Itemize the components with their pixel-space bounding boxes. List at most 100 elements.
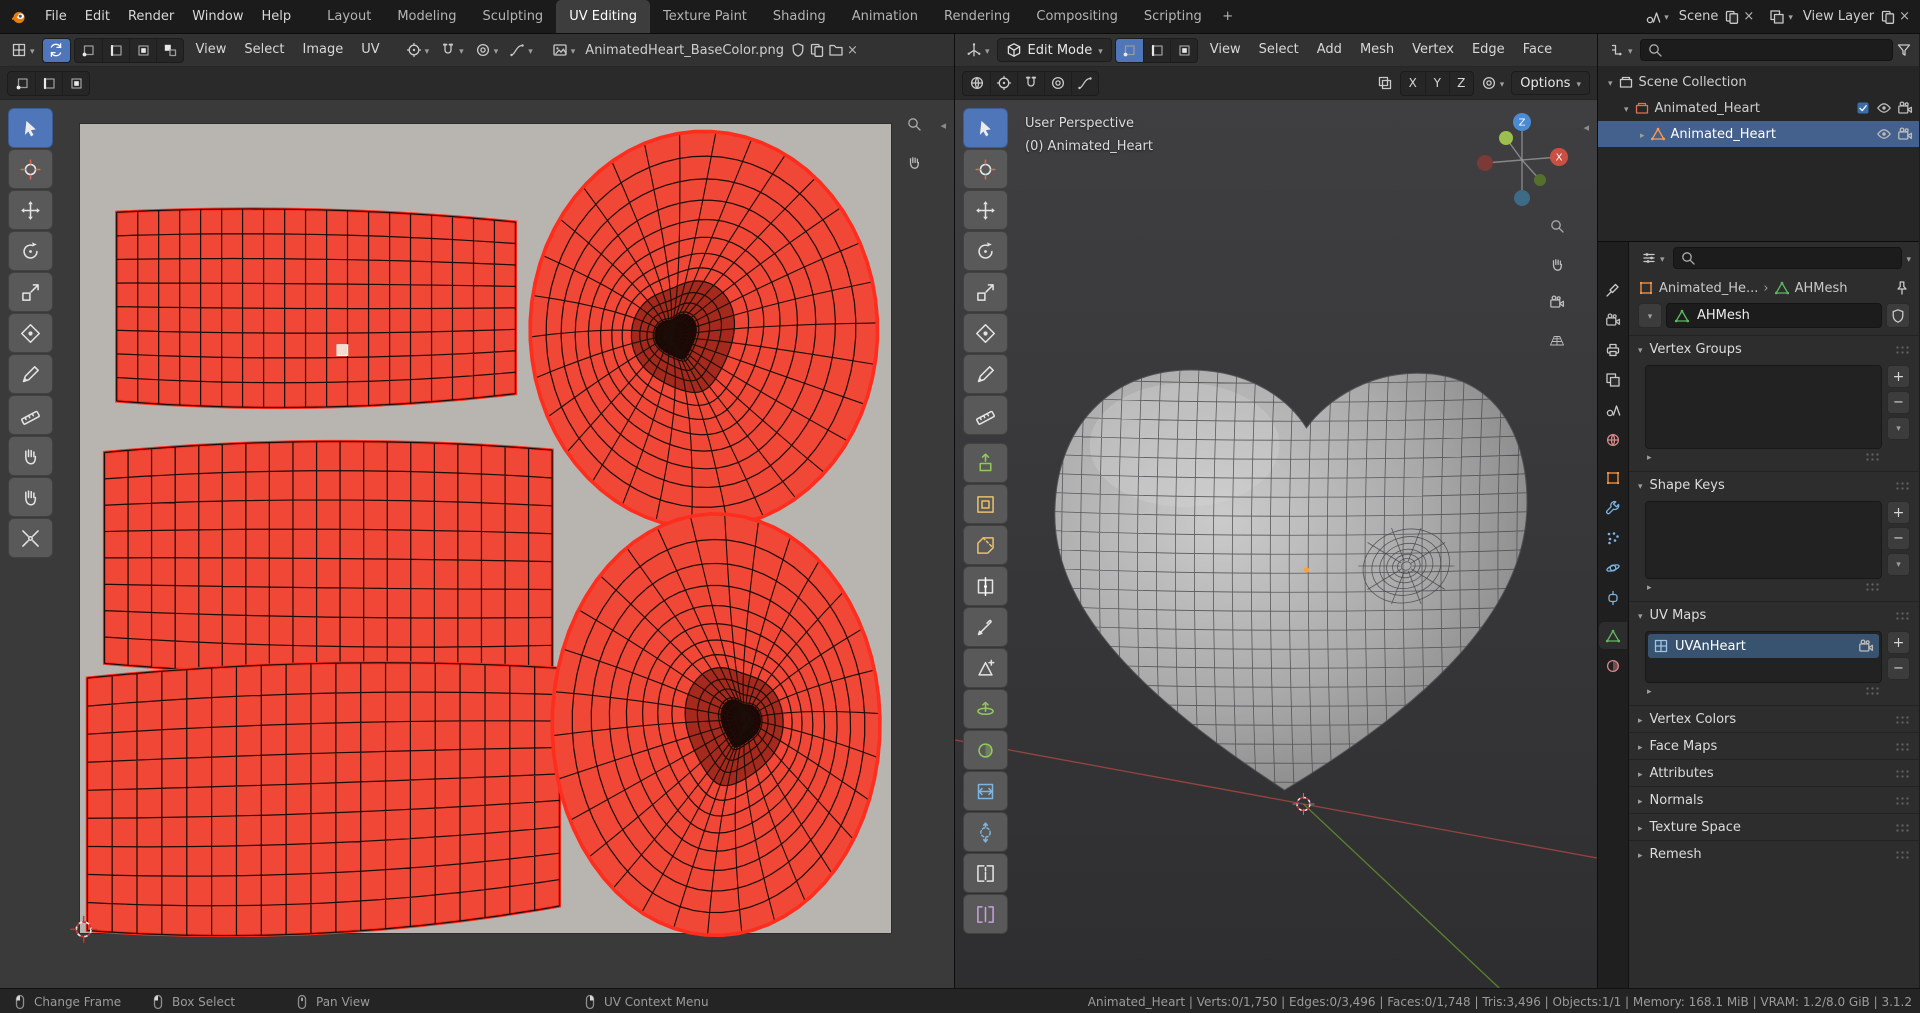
panel-grip-icon[interactable] <box>1895 610 1910 620</box>
properties-editor-type-button[interactable] <box>1637 246 1669 270</box>
viewport-menu-view[interactable]: View <box>1201 38 1250 62</box>
panel-grip-icon[interactable] <box>1895 714 1910 724</box>
remove-view-layer-icon[interactable] <box>1899 9 1910 24</box>
specials-menu-button[interactable] <box>1887 553 1910 576</box>
tool-poly-build[interactable] <box>963 648 1008 688</box>
uv-select-face-button[interactable] <box>128 38 156 62</box>
properties-tab-physics[interactable] <box>1599 554 1627 581</box>
checkbox-toggle-icon[interactable] <box>1855 100 1871 116</box>
tool-measure[interactable] <box>8 395 53 435</box>
panel-header-face-maps[interactable]: Face Maps <box>1629 732 1919 759</box>
tool-tweak[interactable] <box>8 108 53 148</box>
tool-cursor[interactable] <box>8 149 53 189</box>
uv-proportional-button[interactable] <box>471 38 503 62</box>
mode-dropdown[interactable]: Edit Mode <box>996 38 1112 62</box>
zoom-icon[interactable] <box>906 116 922 132</box>
uv-menu-select[interactable]: Select <box>235 38 293 62</box>
list-filter-expand-icon[interactable] <box>1647 449 1652 464</box>
workspace-tab-uv-editing[interactable]: UV Editing <box>556 0 651 33</box>
browse-mesh-button[interactable] <box>1638 303 1662 328</box>
browse-scene-button[interactable] <box>1641 5 1673 29</box>
outliner-row-scene-collection[interactable]: Scene Collection <box>1598 69 1919 95</box>
camera-toggle-icon[interactable] <box>1897 100 1913 116</box>
panel-header-attributes[interactable]: Attributes <box>1629 759 1919 786</box>
uv-sync-selection-toggle[interactable] <box>42 38 70 62</box>
fake-user-button[interactable] <box>1886 303 1910 328</box>
uv-map-item-uvanheart[interactable]: UVAnHeart <box>1648 634 1879 658</box>
menu-render[interactable]: Render <box>119 5 183 29</box>
xray-toggle[interactable] <box>1373 71 1397 95</box>
uv-select-island-button[interactable] <box>155 38 183 62</box>
uv-select-edge-button[interactable] <box>101 38 129 62</box>
pin-icon[interactable] <box>1894 280 1910 296</box>
tool-move[interactable] <box>8 190 53 230</box>
outliner-row-animated-heart[interactable]: Animated_Heart <box>1598 95 1919 121</box>
open-image-icon[interactable] <box>828 42 844 58</box>
breadcrumb-data[interactable]: AHMesh <box>1795 281 1848 296</box>
tool-scale[interactable] <box>963 272 1008 312</box>
scene-name[interactable]: Scene <box>1676 9 1722 24</box>
uv-editor-type-button[interactable] <box>7 38 39 62</box>
specials-menu-button[interactable] <box>1887 417 1910 440</box>
zoom-icon[interactable] <box>1549 218 1565 234</box>
workspace-tab-animation[interactable]: Animation <box>839 0 931 33</box>
image-name[interactable]: AnimatedHeart_BaseColor.png <box>582 43 787 58</box>
remove-item-button[interactable] <box>1887 657 1910 680</box>
tool-knife[interactable] <box>963 607 1008 647</box>
navigation-gizmo[interactable]: ZX <box>1462 100 1582 220</box>
workspace-tab-sculpting[interactable]: Sculpting <box>469 0 556 33</box>
proportional-edit-button[interactable] <box>1477 71 1509 95</box>
tool-transform[interactable] <box>8 313 53 353</box>
viewport-menu-face[interactable]: Face <box>1514 38 1561 62</box>
snap-toggle[interactable] <box>1017 71 1044 95</box>
tool-relax[interactable] <box>8 477 53 517</box>
properties-tab-view-layer[interactable] <box>1599 366 1627 393</box>
tool-smooth[interactable] <box>963 730 1008 770</box>
ortho-grid-icon[interactable] <box>1549 332 1565 348</box>
new-view-layer-icon[interactable] <box>1880 9 1896 25</box>
properties-tab-output[interactable] <box>1599 336 1627 363</box>
outliner-row-animated-heart[interactable]: Animated_Heart <box>1598 121 1919 147</box>
panel-grip-icon[interactable] <box>1895 480 1910 490</box>
workspace-tab-scripting[interactable]: Scripting <box>1131 0 1215 33</box>
uv-sticky-edge-button[interactable] <box>35 71 62 95</box>
uv-sidebar-toggle[interactable] <box>940 118 946 133</box>
uv-menu-image[interactable]: Image <box>294 38 353 62</box>
panel-grip-icon[interactable] <box>1895 768 1910 778</box>
proportional-toggle[interactable] <box>1044 71 1071 95</box>
tool-bevel[interactable] <box>963 525 1008 565</box>
uv-pivot-button[interactable] <box>402 38 434 62</box>
properties-tab-modifiers[interactable] <box>1599 494 1627 521</box>
panel-header-texture-space[interactable]: Texture Space <box>1629 813 1919 840</box>
properties-tab-constraints[interactable] <box>1599 584 1627 611</box>
tool-rotate[interactable] <box>8 231 53 271</box>
properties-tab-scene[interactable] <box>1599 396 1627 423</box>
mirror-x-toggle[interactable]: X <box>1401 72 1425 95</box>
tool-rotate[interactable] <box>963 231 1008 271</box>
workspace-tab-compositing[interactable]: Compositing <box>1023 0 1131 33</box>
panel-header-vertex-colors[interactable]: Vertex Colors <box>1629 705 1919 732</box>
add-workspace-button[interactable]: + <box>1215 1 1241 33</box>
menu-edit[interactable]: Edit <box>76 5 119 29</box>
list-grip-icon[interactable] <box>1865 686 1880 695</box>
expand-icon[interactable] <box>1640 127 1645 142</box>
tool-inset-faces[interactable] <box>963 484 1008 524</box>
tool-move[interactable] <box>963 190 1008 230</box>
eye-toggle-icon[interactable] <box>1876 100 1892 116</box>
list-filter-expand-icon[interactable] <box>1647 579 1652 594</box>
viewport-menu-mesh[interactable]: Mesh <box>1351 38 1403 62</box>
new-scene-icon[interactable] <box>1724 9 1740 25</box>
fake-user-icon[interactable] <box>790 42 806 58</box>
tool-annotate[interactable] <box>8 354 53 394</box>
panel-grip-icon[interactable] <box>1895 795 1910 805</box>
panel-grip-icon[interactable] <box>1895 822 1910 832</box>
tool-annotate[interactable] <box>963 354 1008 394</box>
properties-tab-material[interactable] <box>1599 652 1627 679</box>
add-item-button[interactable] <box>1887 631 1910 654</box>
mirror-z-toggle[interactable]: Z <box>1448 71 1473 95</box>
expand-icon[interactable] <box>1608 75 1613 90</box>
camera-toggle-icon[interactable] <box>1897 126 1913 142</box>
menu-file[interactable]: File <box>36 5 76 29</box>
pan-hand-icon[interactable] <box>1549 256 1565 272</box>
orientation-button[interactable] <box>963 72 990 95</box>
